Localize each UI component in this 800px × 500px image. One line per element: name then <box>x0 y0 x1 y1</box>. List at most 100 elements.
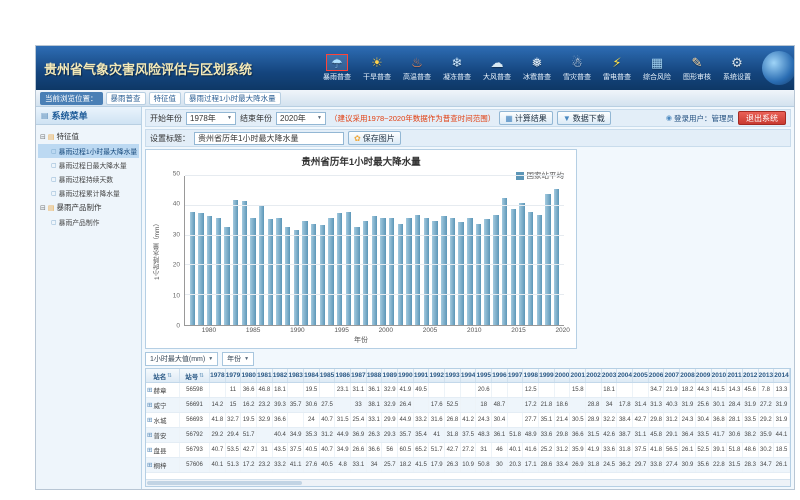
column-header-year[interactable]: 1990 <box>398 369 414 382</box>
toolbar-item-high-temp[interactable]: ♨高温普查 <box>398 54 436 82</box>
table-horizontal-scrollbar[interactable] <box>146 479 790 486</box>
download-button[interactable]: ▼ 数据下载 <box>557 111 611 125</box>
breadcrumb-item[interactable]: 暴雨普查 <box>106 92 146 105</box>
sidebar-folder[interactable]: ⊟▤特征值 <box>38 129 139 144</box>
column-header-year[interactable]: 2013 <box>759 369 775 382</box>
toolbar-item-settings[interactable]: ⚙系统设置 <box>718 54 756 82</box>
toolbar-item-graphic-review[interactable]: ✎图形审核 <box>678 54 716 82</box>
x-tick-label <box>326 327 335 336</box>
column-header-year[interactable]: 1981 <box>257 369 273 382</box>
column-header-year[interactable]: 1997 <box>508 369 524 382</box>
collapse-icon[interactable]: ⊟ <box>40 204 46 212</box>
column-header-year[interactable]: 1985 <box>320 369 336 382</box>
toolbar-item-rainstorm[interactable]: ☂暴雨普查 <box>318 54 356 82</box>
toolbar-item-freeze[interactable]: ❄凝冻普查 <box>438 54 476 82</box>
column-header-year[interactable]: 2008 <box>680 369 696 382</box>
column-header-year[interactable]: 1987 <box>351 369 367 382</box>
column-header-year[interactable]: 1988 <box>367 369 383 382</box>
toolbar-item-drought[interactable]: ☀干旱普查 <box>358 54 396 82</box>
column-header-year[interactable]: 1992 <box>429 369 445 382</box>
expand-icon[interactable]: ⊞ <box>147 386 152 394</box>
column-header-year[interactable]: 1979 <box>226 369 242 382</box>
sidebar-item[interactable]: ▢暴雨过程持续天数 <box>38 172 139 186</box>
value-cell <box>288 413 304 427</box>
column-header-year[interactable]: 1984 <box>304 369 320 382</box>
value-cell: 60.5 <box>398 443 414 457</box>
column-header-year[interactable]: 2007 <box>664 369 680 382</box>
metric-filter[interactable]: 1小时最大值(mm) ▼ <box>145 352 218 366</box>
table-row[interactable]: ⊞盘县5679340.753.542.73143.537.540.540.734… <box>146 443 790 458</box>
start-year-select[interactable]: 1978年 ▼ <box>186 112 236 125</box>
calculator-icon: ▦ <box>505 114 513 123</box>
collapse-icon[interactable]: ⊟ <box>40 133 46 141</box>
column-header-year[interactable]: 2014 <box>774 369 790 382</box>
expand-icon[interactable]: ⊞ <box>147 446 152 454</box>
column-header-year[interactable]: 2005 <box>633 369 649 382</box>
breadcrumb-item[interactable]: 暴雨过程1小时最大降水量 <box>184 92 281 105</box>
column-header-year[interactable]: 1980 <box>241 369 257 382</box>
column-header-year[interactable]: 2009 <box>696 369 712 382</box>
expand-icon[interactable]: ⊞ <box>147 431 152 439</box>
table-row[interactable]: ⊞桐梓5760640.151.317.223.233.241.127.640.5… <box>146 458 790 473</box>
logout-button[interactable]: 退出系统 <box>738 111 786 125</box>
column-header-year[interactable]: 1994 <box>461 369 477 382</box>
scrollbar-thumb[interactable] <box>147 481 302 485</box>
save-image-button[interactable]: ✿ 保存图片 <box>348 131 401 145</box>
column-header-station-name[interactable]: 站名⇅ <box>146 369 180 382</box>
breadcrumb-item[interactable]: 特征值 <box>149 92 182 105</box>
sort-icon[interactable]: ⇅ <box>199 373 204 379</box>
end-year-select[interactable]: 2020年 ▼ <box>276 112 326 125</box>
column-header-year[interactable]: 1978 <box>210 369 226 382</box>
toolbar-item-snow[interactable]: ☃雪灾普查 <box>558 54 596 82</box>
chart-title-input[interactable] <box>194 132 344 145</box>
toolbar-item-hail[interactable]: ❅冰雹普查 <box>518 54 556 82</box>
toolbar-item-wind[interactable]: ☁大风普查 <box>478 54 516 82</box>
sidebar-item[interactable]: ▢暴雨过程日最大降水量 <box>38 158 139 172</box>
sidebar-item[interactable]: ▢暴雨过程1小时最大降水量 <box>38 144 139 158</box>
column-header-year[interactable]: 1993 <box>445 369 461 382</box>
value-cell: 18.6 <box>555 398 571 412</box>
table-row[interactable]: ⊞赫章565981136.646.818.119.523.131.136.132… <box>146 383 790 398</box>
column-header-year[interactable]: 1989 <box>382 369 398 382</box>
column-header-year[interactable]: 2006 <box>649 369 665 382</box>
column-header-year[interactable]: 1991 <box>414 369 430 382</box>
column-header-station-id[interactable]: 站号⇅ <box>180 369 210 382</box>
column-header-year[interactable]: 1982 <box>273 369 289 382</box>
value-cell: 56 <box>382 443 398 457</box>
value-cell: 30.4 <box>696 413 712 427</box>
column-header-year[interactable]: 2012 <box>743 369 759 382</box>
x-tick-label <box>520 327 529 336</box>
toolbar-item-composite-risk[interactable]: ▦综合风险 <box>638 54 676 82</box>
column-header-year[interactable]: 2002 <box>586 369 602 382</box>
column-header-year[interactable]: 2004 <box>617 369 633 382</box>
sidebar-item[interactable]: ▢暴雨过程累计降水量 <box>38 186 139 200</box>
table-row[interactable]: ⊞水城5669341.832.719.532.936.62440.731.525… <box>146 413 790 428</box>
column-header-year[interactable]: 1996 <box>492 369 508 382</box>
sidebar-item[interactable]: ▢暴雨产品制作 <box>38 215 139 229</box>
calculate-button[interactable]: ▦ 计算结果 <box>499 111 553 125</box>
table-row[interactable]: ⊞威宁5669114.21516.223.239.335.730.627.533… <box>146 398 790 413</box>
column-header-year[interactable]: 1983 <box>288 369 304 382</box>
expand-icon[interactable]: ⊞ <box>147 461 152 469</box>
toolbar-item-lightning[interactable]: ⚡雷电普查 <box>598 54 636 82</box>
sort-icon[interactable]: ⇅ <box>167 373 172 379</box>
column-header-year[interactable]: 1998 <box>523 369 539 382</box>
column-header-year[interactable]: 2010 <box>712 369 728 382</box>
column-header-year[interactable]: 2001 <box>570 369 586 382</box>
value-cell: 30 <box>492 458 508 472</box>
table-row[interactable]: ⊞普安5679229.229.451.740.434.935.331.244.9… <box>146 428 790 443</box>
value-cell: 37.5 <box>633 443 649 457</box>
value-cell: 40.7 <box>320 443 336 457</box>
sidebar-folder[interactable]: ⊟▤暴雨产品制作 <box>38 200 139 215</box>
expand-icon[interactable]: ⊞ <box>147 401 152 409</box>
column-header-year[interactable]: 2003 <box>602 369 618 382</box>
column-header-year[interactable]: 1995 <box>476 369 492 382</box>
column-header-year[interactable]: 2011 <box>727 369 743 382</box>
column-header-year[interactable]: 1986 <box>335 369 351 382</box>
value-cell: 32.9 <box>257 413 273 427</box>
expand-icon[interactable]: ⊞ <box>147 416 152 424</box>
column-header-year[interactable]: 1999 <box>539 369 555 382</box>
column-header-year[interactable]: 2000 <box>555 369 571 382</box>
year-filter[interactable]: 年份 ▼ <box>222 352 254 366</box>
value-cell: 30.5 <box>570 413 586 427</box>
